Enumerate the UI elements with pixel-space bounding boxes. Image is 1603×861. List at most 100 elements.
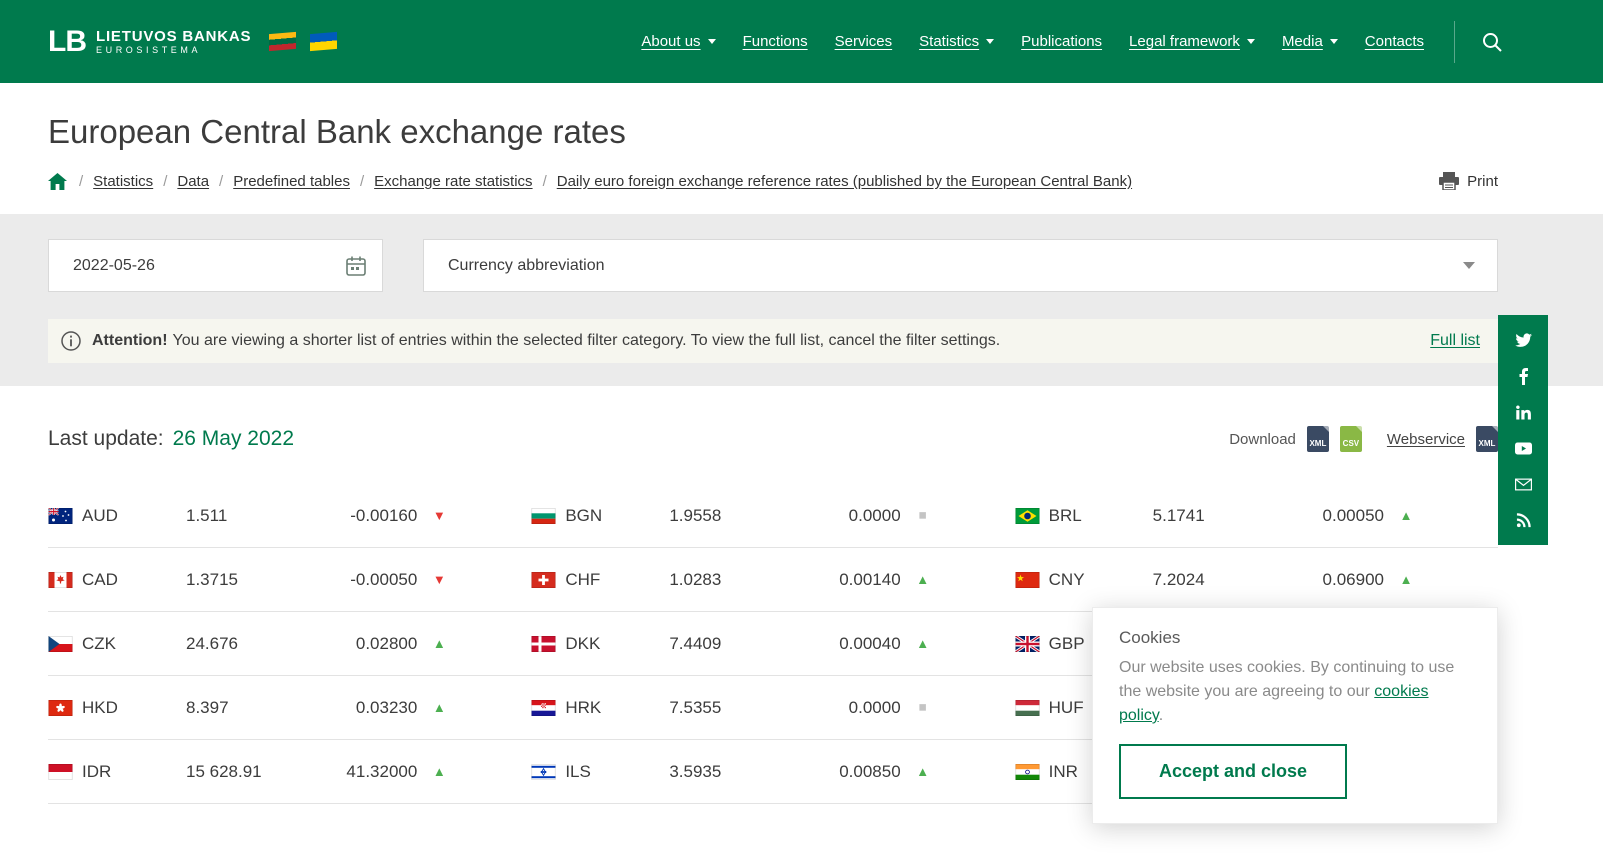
chevron-down-icon [986,39,994,44]
currency-code: HKD [82,698,186,718]
up-indicator-icon: ▲ [417,700,461,715]
breadcrumb-separator: / [543,173,547,190]
currency-cell-hrk: HRK7.53550.0000◼ [531,698,1014,718]
currency-cell-chf: CHF1.02830.00140▲ [531,570,1014,590]
currency-code: CHF [565,570,669,590]
last-update-date: 26 May 2022 [173,427,294,451]
main-nav: About us Functions Services Statistics Publi… [614,33,1424,50]
rss-icon[interactable] [1498,502,1548,538]
full-list-link[interactable]: Full list [1430,332,1480,350]
currency-code: HRK [565,698,669,718]
breadcrumb-item[interactable]: Data [177,173,209,190]
chevron-down-icon [708,39,716,44]
search-icon[interactable] [1481,31,1503,53]
webservice-xml-icon[interactable]: XML [1476,426,1498,452]
currency-code: CAD [82,570,186,590]
linkedin-icon[interactable] [1498,394,1548,430]
currency-rate: 3.5935 [669,762,782,782]
email-icon[interactable] [1498,466,1548,502]
csv-download-icon[interactable]: CSV [1340,426,1362,452]
currency-code: AUD [82,506,186,526]
currency-change: 0.03230 [299,698,417,718]
filter-band: 2022-05-26 Currency abbreviation Attenti… [0,214,1603,386]
currency-rate: 1.3715 [186,570,299,590]
currency-cell-cad: CAD1.3715-0.00050▼ [48,570,531,590]
currency-change: 0.00140 [783,570,901,590]
attention-text: You are viewing a shorter list of entrie… [173,332,1001,349]
up-indicator-icon: ▲ [1384,572,1428,587]
accept-and-close-button[interactable]: Accept and close [1119,744,1347,799]
hk-flag-icon [48,700,82,716]
bank-logo[interactable]: LB LIETUVOS BANKAS EUROSISTEMA [48,27,337,57]
breadcrumb-separator: / [163,173,167,190]
currency-rate: 8.397 [186,698,299,718]
print-button[interactable]: Print [1439,172,1498,190]
facebook-icon[interactable] [1498,358,1548,394]
youtube-icon[interactable] [1498,430,1548,466]
nav-publications[interactable]: Publications [1021,33,1102,50]
currency-cell-hkd: HKD8.3970.03230▲ [48,698,531,718]
cn-flag-icon [1015,572,1049,588]
home-icon[interactable] [48,173,67,190]
up-indicator-icon: ▲ [901,636,945,651]
breadcrumb: /Statistics/Data/Predefined tables/Excha… [69,173,1132,190]
au-flag-icon [48,508,82,524]
breadcrumb-separator: / [79,173,83,190]
nav-about-us[interactable]: About us [641,33,715,50]
down-indicator-icon: ▼ [417,508,461,523]
cookie-title: Cookies [1119,628,1471,648]
ch-flag-icon [531,572,565,588]
currency-dropdown-label: Currency abbreviation [448,257,605,275]
breadcrumb-item[interactable]: Daily euro foreign exchange reference ra… [557,173,1132,190]
breadcrumb-item[interactable]: Predefined tables [233,173,350,190]
currency-cell-dkk: DKK7.44090.00040▲ [531,634,1014,654]
header-divider [1454,21,1455,63]
il-flag-icon [531,764,565,780]
currency-code: DKK [565,634,669,654]
breadcrumb-item[interactable]: Statistics [93,173,153,190]
up-indicator-icon: ▲ [417,636,461,651]
currency-change: 41.32000 [299,762,417,782]
in-flag-icon [1015,764,1049,780]
chevron-down-icon [1463,262,1475,269]
currency-rate: 24.676 [186,634,299,654]
webservice-link[interactable]: Webservice [1387,431,1465,448]
breadcrumb-item[interactable]: Exchange rate statistics [374,173,532,190]
bg-flag-icon [531,508,565,524]
date-input[interactable]: 2022-05-26 [48,239,383,292]
logo-subtitle: EUROSISTEMA [96,45,251,55]
currency-cell-ils: ILS3.59350.00850▲ [531,762,1014,782]
nav-legal-framework[interactable]: Legal framework [1129,33,1255,50]
nav-contacts[interactable]: Contacts [1365,33,1424,50]
nav-functions[interactable]: Functions [743,33,808,50]
currency-cell-idr: IDR15 628.9141.32000▲ [48,762,531,782]
up-indicator-icon: ▲ [1384,508,1428,523]
logo-title: LIETUVOS BANKAS [96,28,251,45]
currency-change: 0.0000 [783,506,901,526]
currency-change: -0.00160 [299,506,417,526]
currency-code: IDR [82,762,186,782]
flat-indicator-icon: ◼ [901,702,945,713]
currency-code: CNY [1049,570,1153,590]
currency-rate: 7.2024 [1153,570,1266,590]
id-flag-icon [48,764,82,780]
page-title: European Central Bank exchange rates [48,113,1498,151]
currency-cell-czk: CZK24.6760.02800▲ [48,634,531,654]
social-sidebar [1498,315,1548,545]
date-value: 2022-05-26 [73,257,155,275]
hu-flag-icon [1015,700,1049,716]
table-row: CAD1.3715-0.00050▼CHF1.02830.00140▲ CNY7.… [48,548,1498,612]
xml-download-icon[interactable]: XML [1307,426,1329,452]
currency-dropdown[interactable]: Currency abbreviation [423,239,1498,292]
currency-rate: 7.4409 [669,634,782,654]
nav-services[interactable]: Services [835,33,893,50]
currency-change: 0.06900 [1266,570,1384,590]
download-label: Download [1229,431,1296,448]
twitter-icon[interactable] [1498,322,1548,358]
gb-flag-icon [1015,636,1049,652]
currency-rate: 1.511 [186,506,299,526]
up-indicator-icon: ▲ [901,764,945,779]
nav-statistics[interactable]: Statistics [919,33,994,50]
nav-media[interactable]: Media [1282,33,1338,50]
currency-change: 0.00050 [1266,506,1384,526]
